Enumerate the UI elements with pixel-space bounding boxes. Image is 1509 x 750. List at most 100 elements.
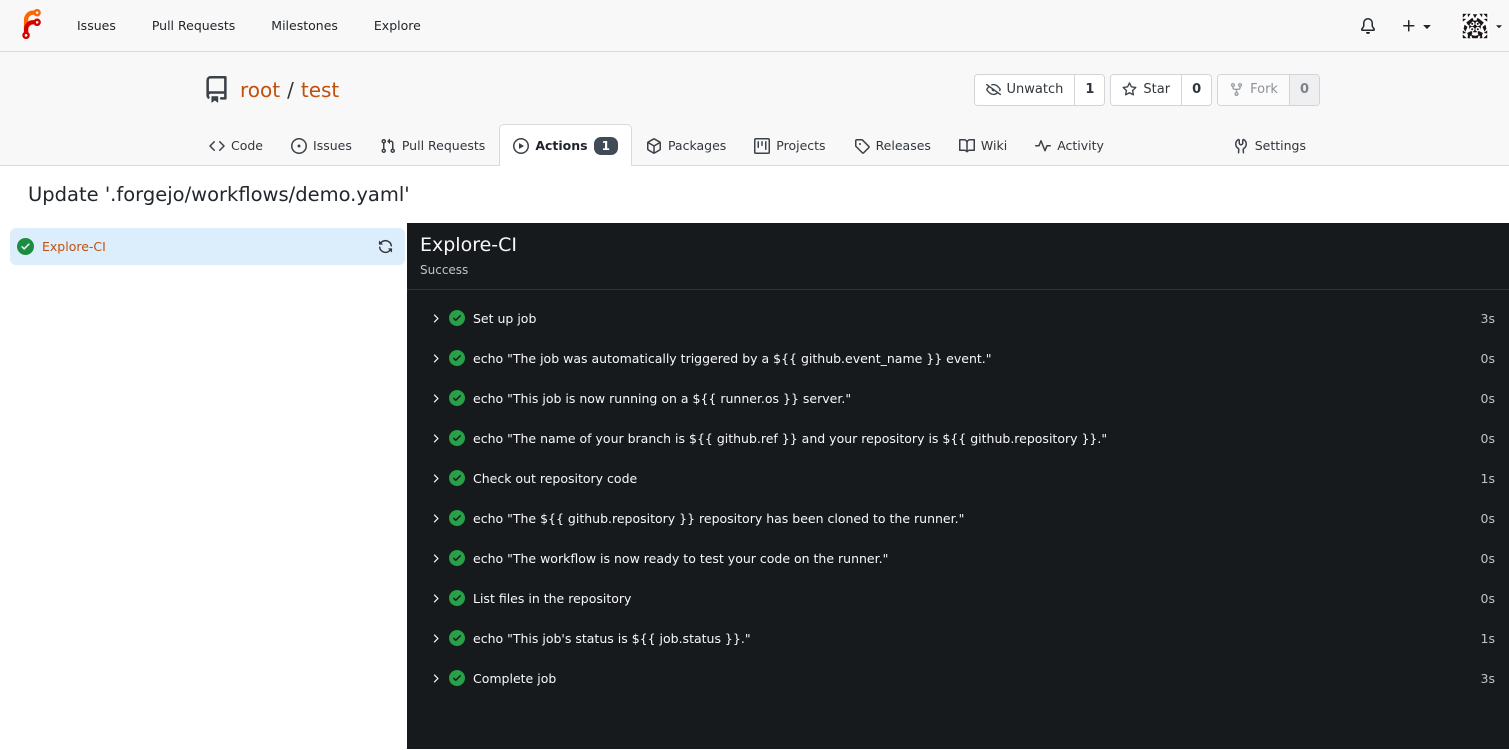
watchers-count[interactable]: 1 [1074,74,1105,105]
job-log-title: Explore-CI [420,234,518,257]
chevron-right-icon [429,472,442,485]
repo-owner-link[interactable]: root [240,78,280,102]
step-row[interactable]: Set up job 3s [407,298,1509,338]
breadcrumb: root / test [240,78,339,102]
check-circle-icon [17,238,34,255]
chevron-right-icon [429,312,442,325]
user-menu-button[interactable] [1461,11,1505,40]
check-circle-icon [449,390,465,406]
chevron-right-icon [429,392,442,405]
project-icon [754,138,770,154]
job-item-explore-ci[interactable]: Explore-CI [10,228,405,266]
forgejo-logo-icon[interactable] [17,9,47,39]
repo-title-row: root / test Unwatch 1 Star 0 Fork 0 [189,52,1320,106]
step-name: echo "This job is now running on a ${{ r… [473,390,852,406]
rerun-icon[interactable] [378,239,393,254]
step-name: Set up job [473,310,537,326]
tab-label: Activity [1057,138,1104,153]
package-icon [646,138,662,154]
run-view: Update '.forgejo/workflows/demo.yaml' Ex… [0,166,1509,750]
fork-button-group: Fork 0 [1217,73,1320,106]
nav-item-explore[interactable]: Explore [356,0,439,51]
step-row[interactable]: List files in the repository 0s [407,578,1509,618]
check-circle-icon [449,630,465,646]
step-duration: 3s [1480,670,1495,686]
jobs-sidebar: Explore-CI [0,223,407,266]
tab-wiki[interactable]: Wiki [945,124,1021,166]
tab-settings[interactable]: Settings [1219,124,1320,166]
step-name: echo "The ${{ github.repository }} repos… [473,510,965,526]
tab-label: Issues [313,138,352,153]
create-new-button[interactable] [1401,0,1435,51]
step-name: echo "This job's status is ${{ job.statu… [473,630,751,646]
step-row[interactable]: echo "The ${{ github.repository }} repos… [407,498,1509,538]
tab-label: Code [231,138,264,153]
step-row[interactable]: echo "The job was automatically triggere… [407,338,1509,378]
step-name: List files in the repository [473,590,632,606]
job-log-panel: Explore-CI Success Set up job 3s echo "T… [407,223,1509,750]
check-circle-icon [449,510,465,526]
repo-name-link[interactable]: test [301,78,339,102]
notifications-button[interactable] [1360,0,1376,51]
fork-button[interactable]: Fork [1218,74,1289,105]
tab-actions[interactable]: Actions 1 [499,124,632,166]
star-button[interactable]: Star [1111,74,1182,105]
step-row[interactable]: echo "The name of your branch is ${{ git… [407,418,1509,458]
tab-label: Wiki [980,138,1008,153]
unwatch-button[interactable]: Unwatch [974,74,1075,105]
nav-item-milestones[interactable]: Milestones [253,0,356,51]
chevron-down-icon [1493,20,1505,32]
tab-label: Settings [1254,138,1306,153]
check-circle-icon [449,310,465,326]
tab-activity[interactable]: Activity [1021,124,1118,166]
tab-releases[interactable]: Releases [840,124,945,166]
top-navbar: Issues Pull Requests Milestones Explore [0,0,1509,52]
chevron-right-icon [429,352,442,365]
step-row[interactable]: echo "This job's status is ${{ job.statu… [407,618,1509,658]
repo-action-buttons: Unwatch 1 Star 0 Fork 0 [973,73,1320,106]
step-row[interactable]: Complete job 3s [407,658,1509,698]
chevron-right-icon [429,512,442,525]
check-circle-icon [449,550,465,566]
unwatch-label: Unwatch [1006,82,1064,97]
step-name: echo "The job was automatically triggere… [473,350,992,366]
chevron-right-icon [429,592,442,605]
user-avatar-identicon [1461,11,1489,40]
repo-container: root / test Unwatch 1 Star 0 Fork 0 Code… [189,52,1320,166]
nav-item-pull-requests[interactable]: Pull Requests [134,0,253,51]
step-name: Check out repository code [473,470,638,486]
fork-label: Fork [1250,82,1278,97]
run-title: Update '.forgejo/workflows/demo.yaml' [28,183,410,206]
tab-pull-requests[interactable]: Pull Requests [366,124,499,166]
step-name: Complete job [473,670,557,686]
action-view: Explore-CI Explore-CI Success Set up job… [0,223,1509,750]
tab-issues[interactable]: Issues [277,124,366,166]
job-log-status: Success [420,263,469,278]
check-circle-icon [449,470,465,486]
fork-icon [1229,82,1244,97]
tab-projects[interactable]: Projects [740,124,839,166]
step-duration: 1s [1480,470,1495,486]
check-circle-icon [449,670,465,686]
step-name: echo "The workflow is now ready to test … [473,550,889,566]
check-circle-icon [449,350,465,366]
repo-icon [203,76,230,103]
step-duration: 1s [1480,630,1495,646]
chevron-right-icon [429,672,442,685]
tab-code[interactable]: Code [195,124,277,166]
nav-item-issues[interactable]: Issues [59,0,134,51]
watch-button-group: Unwatch 1 [973,73,1106,106]
tab-label: Releases [875,138,931,153]
pulse-icon [1035,138,1051,154]
job-name: Explore-CI [42,239,106,255]
check-circle-icon [449,430,465,446]
step-row[interactable]: echo "The workflow is now ready to test … [407,538,1509,578]
chevron-right-icon [429,552,442,565]
tab-label: Pull Requests [401,138,486,153]
tab-packages[interactable]: Packages [632,124,740,166]
step-duration: 3s [1480,310,1495,326]
step-row[interactable]: echo "This job is now running on a ${{ r… [407,378,1509,418]
stars-count[interactable]: 0 [1181,74,1212,105]
step-row[interactable]: Check out repository code 1s [407,458,1509,498]
forks-count[interactable]: 0 [1288,74,1319,105]
